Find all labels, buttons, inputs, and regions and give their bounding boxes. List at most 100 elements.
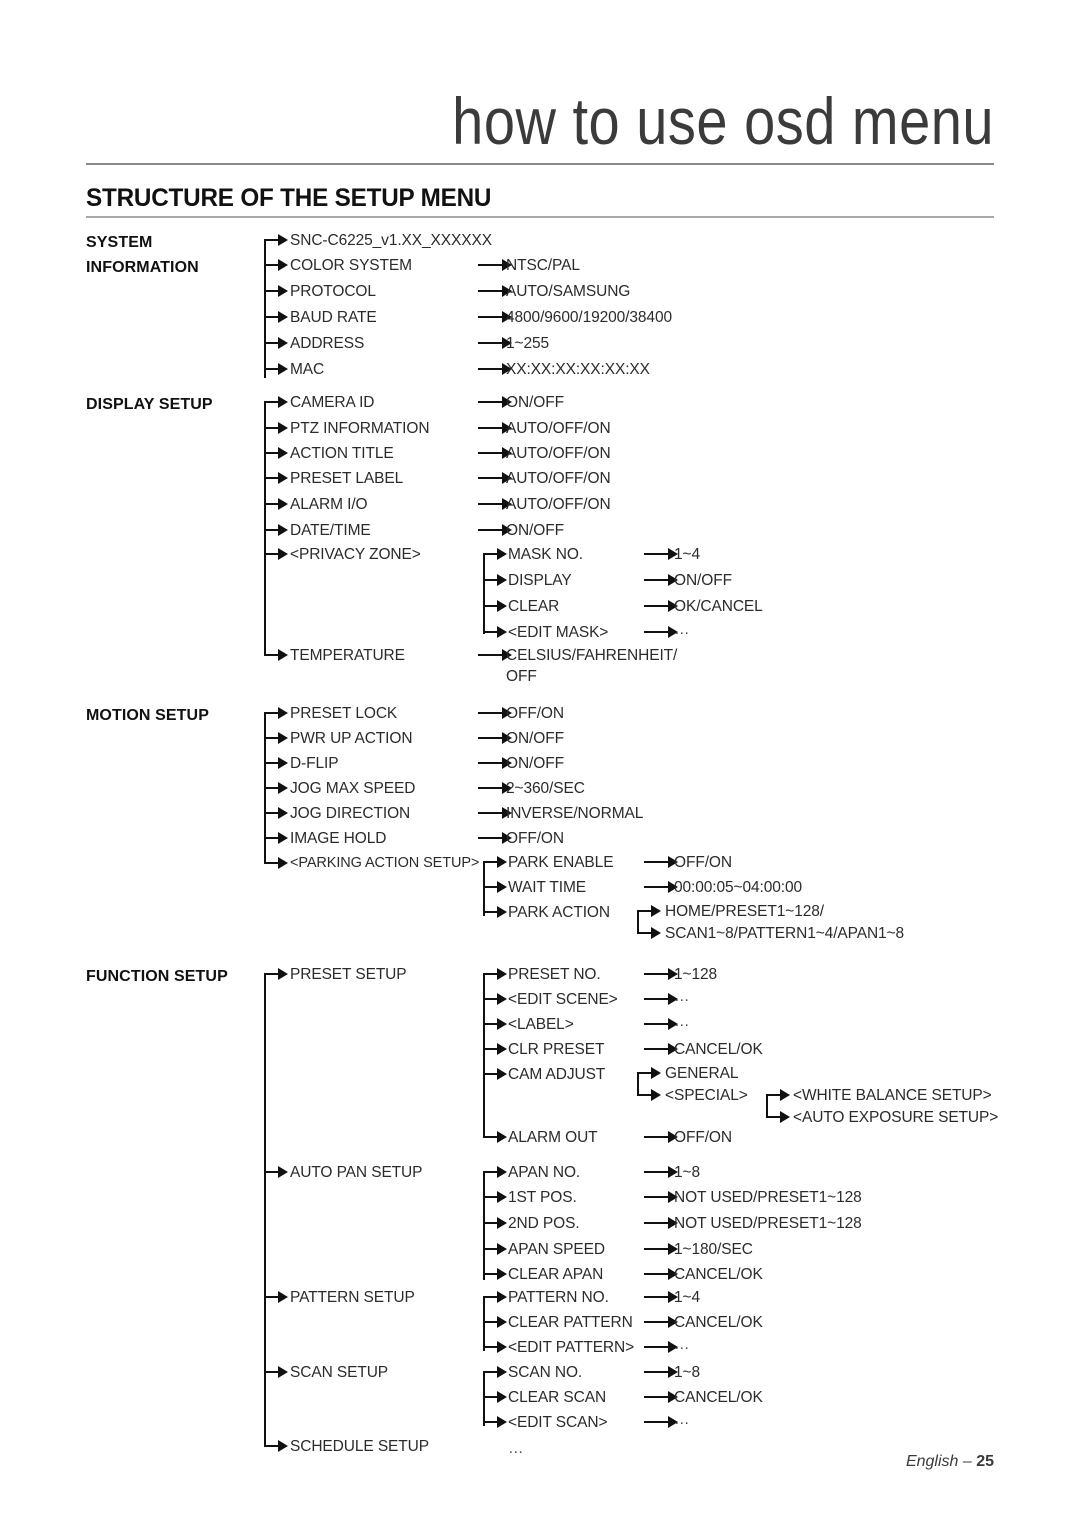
node-alarm-out-value: OFF/ON	[674, 1129, 732, 1146]
arrow-icon-jog-direction	[264, 807, 288, 819]
arrow-icon-image-hold	[264, 832, 288, 844]
arrow-icon-schedule-setup	[264, 1440, 288, 1452]
arrow-icon-pattern-no-value	[644, 1291, 678, 1303]
arrow-icon-display-value	[644, 574, 678, 586]
arrow-icon-clear-pattern-value	[644, 1316, 678, 1328]
node-preset-lock: PRESET LOCK	[290, 705, 398, 722]
arrow-icon-clear-value	[644, 600, 678, 612]
node-image-hold-value: OFF/ON	[506, 830, 564, 847]
node-clear: CLEAR	[508, 598, 560, 615]
arrow-icon-date-time	[264, 524, 288, 536]
arrow-icon-scan-setup	[264, 1366, 288, 1378]
node-preset-no: PRESET NO.	[508, 966, 601, 983]
node-clr-preset-value: CANCEL/OK	[674, 1041, 763, 1058]
arrow-icon-cam-adjust	[483, 1068, 507, 1080]
arrow-icon-apan-no	[483, 1166, 507, 1178]
arrow-icon-clear-pattern	[483, 1316, 507, 1328]
group-label-system-information-line1: SYSTEM	[86, 234, 153, 251]
arrow-icon-wait-time	[483, 881, 507, 893]
node-preset-lock-value: OFF/ON	[506, 705, 564, 722]
arrow-icon-1st-pos	[483, 1191, 507, 1203]
node-jog-max-speed: JOG MAX SPEED	[290, 780, 416, 797]
node-edit-pattern: <EDIT PATTERN>	[508, 1339, 635, 1356]
arrow-icon-park-action-value-line1	[637, 905, 661, 917]
arrow-icon-edit-mask	[483, 626, 507, 638]
node-edit-scene-value: …	[674, 988, 691, 1005]
arrow-icon-edit-pattern-value	[644, 1341, 678, 1353]
node-label-value: …	[674, 1013, 691, 1030]
node-park-enable-value: OFF/ON	[674, 854, 732, 871]
node-mask-no: MASK NO.	[508, 546, 583, 563]
node-cam-adjust-value-special: <SPECIAL>	[665, 1087, 748, 1104]
node-park-action-value-line2: SCAN1~8/PATTERN1~4/APAN1~8	[665, 925, 905, 942]
node-clr-preset: CLR PRESET	[508, 1041, 605, 1058]
node-jog-max-speed-value: 2~360/SEC	[506, 780, 585, 797]
footer-language: English –	[905, 1453, 977, 1470]
group-label-system-information-line2: INFORMATION	[86, 259, 199, 276]
page-footer: English – 25	[906, 1453, 994, 1471]
node-schedule-setup-value: …	[508, 1440, 525, 1457]
node-white-balance-setup: <WHITE BALANCE SETUP>	[793, 1087, 992, 1104]
node-scan-no: SCAN NO.	[508, 1364, 583, 1381]
node-scan-setup: SCAN SETUP	[290, 1364, 389, 1381]
node-preset-label: PRESET LABEL	[290, 470, 404, 487]
arrow-icon-clr-preset-value	[644, 1043, 678, 1055]
node-date-time-value: ON/OFF	[506, 522, 564, 539]
node-temperature-value-line1: CELSIUS/FAHRENHEIT/	[506, 647, 678, 664]
node-ptz-information-value: AUTO/OFF/ON	[506, 420, 611, 437]
arrow-icon-ptz-information	[264, 422, 288, 434]
node-mac-value: XX:XX:XX:XX:XX:XX	[506, 361, 650, 378]
node-park-action-value-line1: HOME/PRESET1~128/	[665, 903, 824, 920]
arrow-icon-apan-no-value	[644, 1166, 678, 1178]
node-scan-no-value: 1~8	[674, 1364, 700, 1381]
node-color-system: COLOR SYSTEM	[290, 257, 412, 274]
arrow-icon-clear	[483, 600, 507, 612]
node-auto-pan-setup: AUTO PAN SETUP	[290, 1164, 423, 1181]
node-protocol: PROTOCOL	[290, 283, 376, 300]
node-camera-id: CAMERA ID	[290, 394, 375, 411]
arrow-icon-mac	[264, 363, 288, 375]
arrow-icon-pattern-setup	[264, 1291, 288, 1303]
arrow-icon-label	[483, 1018, 507, 1030]
node-2nd-pos: 2ND POS.	[508, 1215, 580, 1232]
node-clear-pattern: CLEAR PATTERN	[508, 1314, 633, 1331]
node-apan-no: APAN NO.	[508, 1164, 581, 1181]
arrow-icon-camera-id	[264, 396, 288, 408]
arrow-icon-pattern-no	[483, 1291, 507, 1303]
arrow-icon-preset-no-value	[644, 968, 678, 980]
group-label-display-setup: DISPLAY SETUP	[86, 396, 213, 413]
node-1st-pos: 1ST POS.	[508, 1189, 577, 1206]
node-2nd-pos-value: NOT USED/PRESET1~128	[674, 1215, 862, 1232]
arrow-icon-privacy-zone	[264, 548, 288, 560]
arrow-icon-park-action-value-line2	[637, 927, 661, 939]
node-address: ADDRESS	[290, 335, 365, 352]
arrow-icon-color-system	[264, 259, 288, 271]
node-temperature: TEMPERATURE	[290, 647, 405, 664]
node-color-system-value: NTSC/PAL	[506, 257, 580, 274]
node-clear-scan-value: CANCEL/OK	[674, 1389, 763, 1406]
node-edit-scan-value: …	[674, 1411, 691, 1428]
node-alarm-io: ALARM I/O	[290, 496, 368, 513]
arrow-icon-temperature	[264, 649, 288, 661]
arrow-icon-alarm-io	[264, 498, 288, 510]
arrow-icon-display	[483, 574, 507, 586]
node-action-title: ACTION TITLE	[290, 445, 394, 462]
node-1st-pos-value: NOT USED/PRESET1~128	[674, 1189, 862, 1206]
arrow-icon-d-flip	[264, 757, 288, 769]
node-edit-scene: <EDIT SCENE>	[508, 991, 618, 1008]
node-mask-no-value: 1~4	[674, 546, 700, 563]
node-camera-id-value: ON/OFF	[506, 394, 564, 411]
arrow-icon-edit-scan-value	[644, 1416, 678, 1428]
arrow-icon-park-enable-value	[644, 856, 678, 868]
arrow-icon-2nd-pos-value	[644, 1217, 678, 1229]
arrow-icon-baud-rate	[264, 311, 288, 323]
node-auto-exposure-setup: <AUTO EXPOSURE SETUP>	[793, 1109, 999, 1126]
group-label-function-setup: FUNCTION SETUP	[86, 968, 228, 985]
arrow-icon-alarm-out	[483, 1131, 507, 1143]
arrow-icon-protocol	[264, 285, 288, 297]
node-baud-rate: BAUD RATE	[290, 309, 377, 326]
node-label: <LABEL>	[508, 1016, 574, 1033]
arrow-icon-clr-preset	[483, 1043, 507, 1055]
node-apan-speed: APAN SPEED	[508, 1241, 605, 1258]
node-clear-scan: CLEAR SCAN	[508, 1389, 607, 1406]
